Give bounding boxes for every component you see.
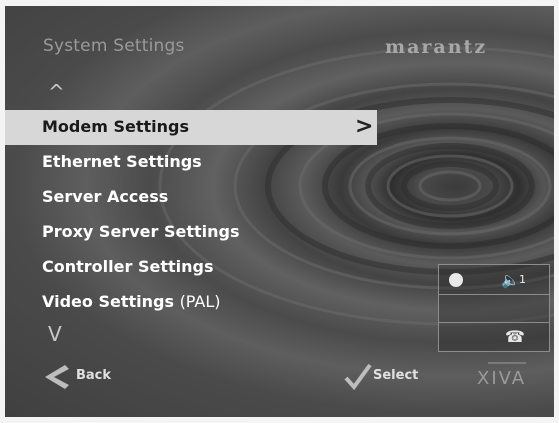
menu-item-ethernet-settings[interactable]: Ethernet Settings [5, 145, 377, 180]
status-row-phone: ☎ [439, 322, 549, 351]
settings-menu: Modem Settings > Ethernet Settings Serve… [5, 110, 377, 320]
xiva-logo-bar [488, 362, 526, 364]
menu-item-proxy-server-settings[interactable]: Proxy Server Settings [5, 215, 377, 250]
xiva-logo: XIVA [477, 368, 527, 389]
menu-item-label: Proxy Server Settings [42, 222, 240, 241]
back-arrow-icon [45, 365, 69, 389]
menu-item-video-settings[interactable]: Video Settings (PAL) [5, 285, 377, 320]
status-row-audio: 🔈 1 [439, 265, 549, 295]
speaker-number: 1 [519, 273, 526, 286]
scroll-down-icon[interactable]: V [48, 324, 62, 344]
status-row-empty [439, 294, 549, 323]
menu-item-modem-settings[interactable]: Modem Settings > [5, 110, 377, 145]
checkmark-icon [344, 363, 372, 391]
speaker-icon: 🔈 [501, 271, 520, 289]
scroll-up-icon[interactable]: ^ [48, 82, 65, 102]
brand-logo: marantz [385, 36, 488, 58]
menu-item-label: Controller Settings [42, 257, 214, 276]
phone-icon: ☎ [505, 327, 525, 346]
chevron-right-icon: > [355, 114, 374, 139]
menu-item-label: Modem Settings [42, 117, 189, 136]
select-label: Select [373, 368, 419, 383]
menu-item-controller-settings[interactable]: Controller Settings [5, 250, 377, 285]
menu-item-label: Video Settings [42, 292, 174, 311]
menu-item-suffix: (PAL) [179, 292, 221, 311]
page-title: System Settings [43, 36, 185, 56]
menu-item-server-access[interactable]: Server Access [5, 180, 377, 215]
menu-item-label: Server Access [42, 187, 169, 206]
back-label: Back [76, 368, 112, 383]
menu-item-label: Ethernet Settings [42, 152, 202, 171]
settings-screen: System Settings marantz ^ Modem Settings… [5, 6, 554, 417]
status-dot-icon [449, 273, 463, 287]
frame: System Settings marantz ^ Modem Settings… [0, 0, 559, 423]
status-panel: 🔈 1 ☎ [438, 264, 550, 352]
